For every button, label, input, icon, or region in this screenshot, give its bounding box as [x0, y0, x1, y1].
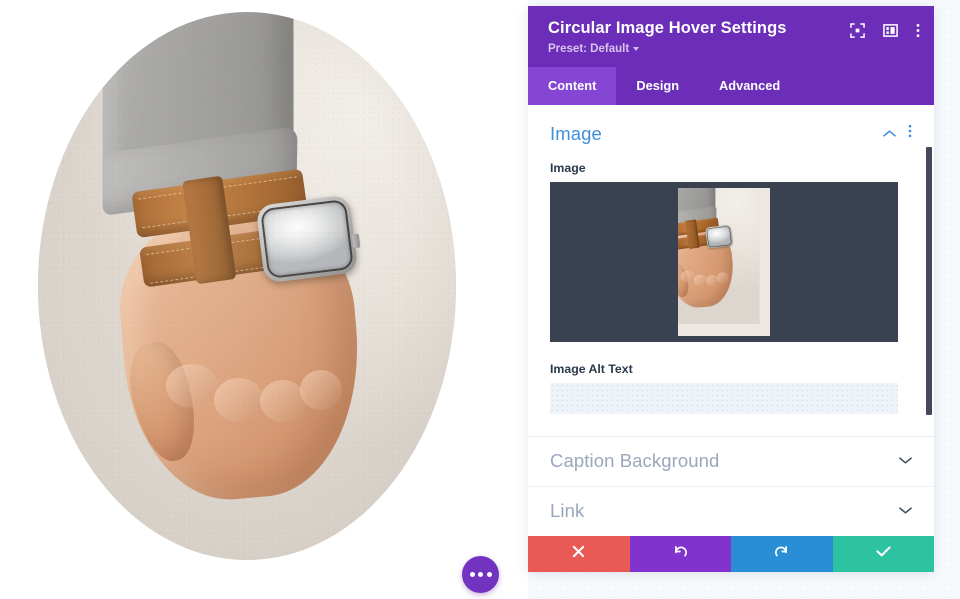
thumbnail-photo	[678, 187, 760, 324]
undo-button[interactable]	[629, 536, 731, 572]
hand-smartwatch-photo	[38, 12, 456, 560]
panel-scrollbar-thumb[interactable]	[926, 146, 932, 415]
chevron-down-icon	[633, 47, 640, 52]
section-caption-background[interactable]: Caption Background	[528, 437, 934, 487]
image-field-label: Image	[550, 160, 586, 175]
chevron-down-icon[interactable]	[899, 502, 912, 520]
settings-panel: Circular Image Hover Settings Preset: De…	[528, 6, 934, 572]
image-thumbnail	[678, 187, 770, 336]
panel-body: Image Image Image Alt Text Caption Backg…	[528, 104, 934, 536]
section-link[interactable]: Link	[528, 487, 934, 536]
panel-scrollbar-track[interactable]	[925, 105, 933, 536]
preset-label: Preset: Default	[548, 42, 630, 55]
cancel-button[interactable]	[528, 536, 630, 572]
tab-design[interactable]: Design	[616, 67, 699, 105]
page-canvas	[0, 0, 528, 599]
section-image-tools	[883, 124, 912, 143]
floating-more-options-button[interactable]	[462, 556, 499, 593]
section-kebab-menu-icon[interactable]	[908, 124, 912, 143]
undo-arrow-icon	[673, 544, 688, 564]
section-image: Image Image Image Alt Text	[528, 105, 934, 436]
thumbnail-knuckle	[717, 271, 729, 283]
focus-icon[interactable]	[850, 23, 865, 38]
chevron-down-icon[interactable]	[899, 452, 912, 470]
ellipsis-icon-dot	[469, 572, 475, 577]
app-root: Circular Image Hover Settings Preset: De…	[0, 0, 960, 599]
image-alt-text-label: Image Alt Text	[550, 361, 633, 376]
thumbnail-watch-screen	[706, 226, 732, 247]
panel-header: Circular Image Hover Settings Preset: De…	[528, 6, 934, 67]
preset-selector[interactable]: Preset: Default	[548, 42, 640, 55]
ellipsis-icon-dot	[478, 572, 483, 577]
image-thumbnail-content	[678, 187, 760, 324]
thumbnail-knuckle	[680, 270, 695, 283]
kebab-menu-icon[interactable]	[916, 23, 920, 38]
section-image-header[interactable]: Image	[550, 123, 912, 145]
photo-vignette	[38, 12, 456, 560]
chevron-up-icon[interactable]	[883, 125, 896, 143]
panel-header-icons	[850, 23, 920, 38]
checkmark-icon	[876, 545, 891, 563]
thumbnail-watch	[705, 224, 734, 249]
tab-content[interactable]: Content	[528, 66, 617, 105]
redo-button[interactable]	[731, 536, 833, 572]
panel-tabs: Content Design Advanced	[528, 66, 934, 105]
section-image-title: Image	[550, 122, 602, 144]
image-alt-text-input[interactable]	[550, 382, 898, 414]
panel-footer-actions	[528, 536, 934, 572]
tab-advanced[interactable]: Advanced	[699, 67, 800, 105]
image-upload-preview[interactable]	[550, 181, 898, 342]
save-button[interactable]	[832, 536, 934, 572]
circular-image-module[interactable]	[38, 12, 456, 560]
section-link-title: Link	[550, 500, 585, 522]
layout-icon[interactable]	[883, 23, 898, 38]
close-x-icon	[572, 545, 585, 563]
ellipsis-icon-dot	[486, 572, 492, 577]
section-caption-background-title: Caption Background	[550, 450, 720, 472]
redo-arrow-icon	[774, 544, 789, 564]
